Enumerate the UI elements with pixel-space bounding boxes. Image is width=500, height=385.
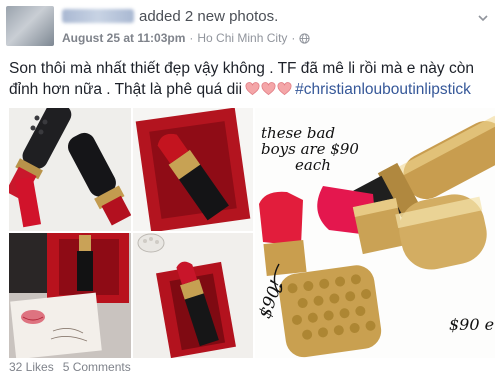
photo-lipstick-gift-box[interactable] bbox=[9, 233, 131, 358]
facebook-post: added 2 new photos. August 25 at 11:03pm… bbox=[0, 0, 500, 385]
author-name-blurred[interactable] bbox=[62, 9, 134, 23]
meta-separator: · bbox=[291, 31, 296, 45]
meta-separator: · bbox=[189, 31, 194, 45]
photo-lipstick-red-box[interactable] bbox=[133, 108, 253, 231]
post-action: added 2 new photos. bbox=[139, 8, 279, 25]
globe-icon[interactable] bbox=[299, 32, 311, 44]
annotation-line-3: each bbox=[295, 156, 331, 174]
post-footer: 32 Likes 5 Comments bbox=[9, 360, 131, 374]
chevron-down-icon[interactable] bbox=[478, 14, 488, 22]
heart-icon bbox=[245, 82, 260, 96]
hearts-emoji bbox=[245, 82, 292, 96]
heart-icon bbox=[277, 82, 292, 96]
photo-lipsticks-studded[interactable] bbox=[9, 108, 131, 231]
hashtag-link[interactable]: #christianlouboutinlipstick bbox=[295, 81, 471, 98]
photo-lipstick-ornate-cap[interactable] bbox=[133, 233, 253, 358]
post-body: Son thôi mà nhất thiết đẹp vậy không . T… bbox=[9, 58, 493, 100]
likes-count[interactable]: 32 Likes bbox=[9, 360, 54, 374]
post-meta: August 25 at 11:03pm · Ho Chi Minh City … bbox=[62, 31, 311, 45]
photo-grid: these bad boys are $90 each $90! $90 e bbox=[9, 108, 495, 358]
photo-gold-lipsticks-annotated[interactable]: these bad boys are $90 each $90! $90 e bbox=[255, 108, 495, 358]
post-timestamp[interactable]: August 25 at 11:03pm bbox=[62, 31, 185, 45]
heart-icon bbox=[261, 82, 276, 96]
avatar[interactable] bbox=[6, 6, 54, 46]
annotated-photo-canvas: these bad boys are $90 each $90! $90 e bbox=[255, 108, 495, 358]
post-location[interactable]: Ho Chi Minh City bbox=[197, 31, 287, 45]
comments-count[interactable]: 5 Comments bbox=[63, 360, 131, 374]
annotation-price-right: $90 e bbox=[449, 315, 494, 334]
